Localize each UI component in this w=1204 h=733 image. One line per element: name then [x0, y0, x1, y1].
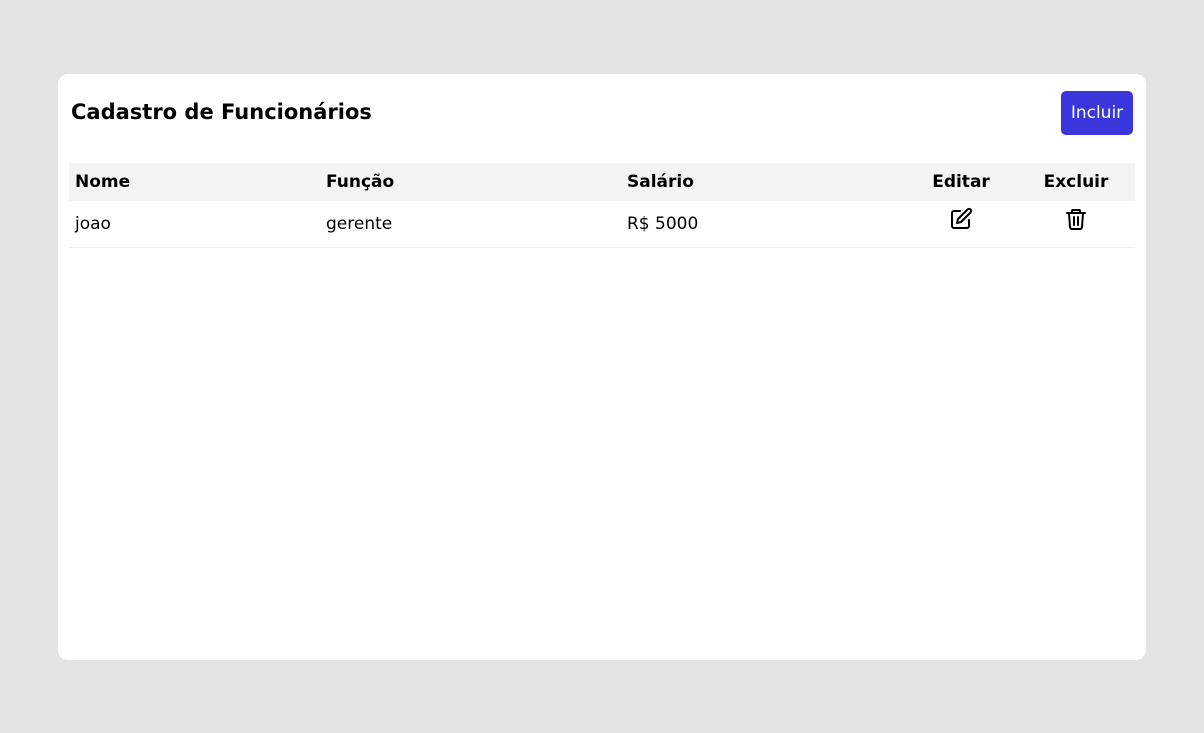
- cell-nome: joao: [69, 201, 320, 248]
- edit-icon[interactable]: [949, 207, 973, 231]
- cell-editar: [905, 201, 1017, 248]
- column-header-nome: Nome: [75, 172, 131, 192]
- trash-icon[interactable]: [1064, 207, 1088, 231]
- add-employee-button[interactable]: Incluir: [1061, 91, 1133, 135]
- cell-excluir: [1017, 201, 1135, 248]
- table-row: joao gerente R$ 5000: [69, 201, 1135, 248]
- page-title: Cadastro de Funcionários: [71, 100, 372, 124]
- column-header-funcao: Função: [326, 172, 395, 192]
- column-header-editar: Editar: [932, 172, 990, 192]
- column-header-salario: Salário: [627, 172, 694, 192]
- table-header-row: Nome Função Salário Editar Excluir: [69, 163, 1135, 201]
- cell-salario: R$ 5000: [621, 201, 905, 248]
- cell-funcao: gerente: [320, 201, 621, 248]
- employee-table: Nome Função Salário Editar Excluir joao …: [69, 163, 1135, 248]
- column-header-excluir: Excluir: [1043, 172, 1109, 192]
- employee-card: Cadastro de Funcionários Incluir Nome Fu…: [58, 74, 1146, 660]
